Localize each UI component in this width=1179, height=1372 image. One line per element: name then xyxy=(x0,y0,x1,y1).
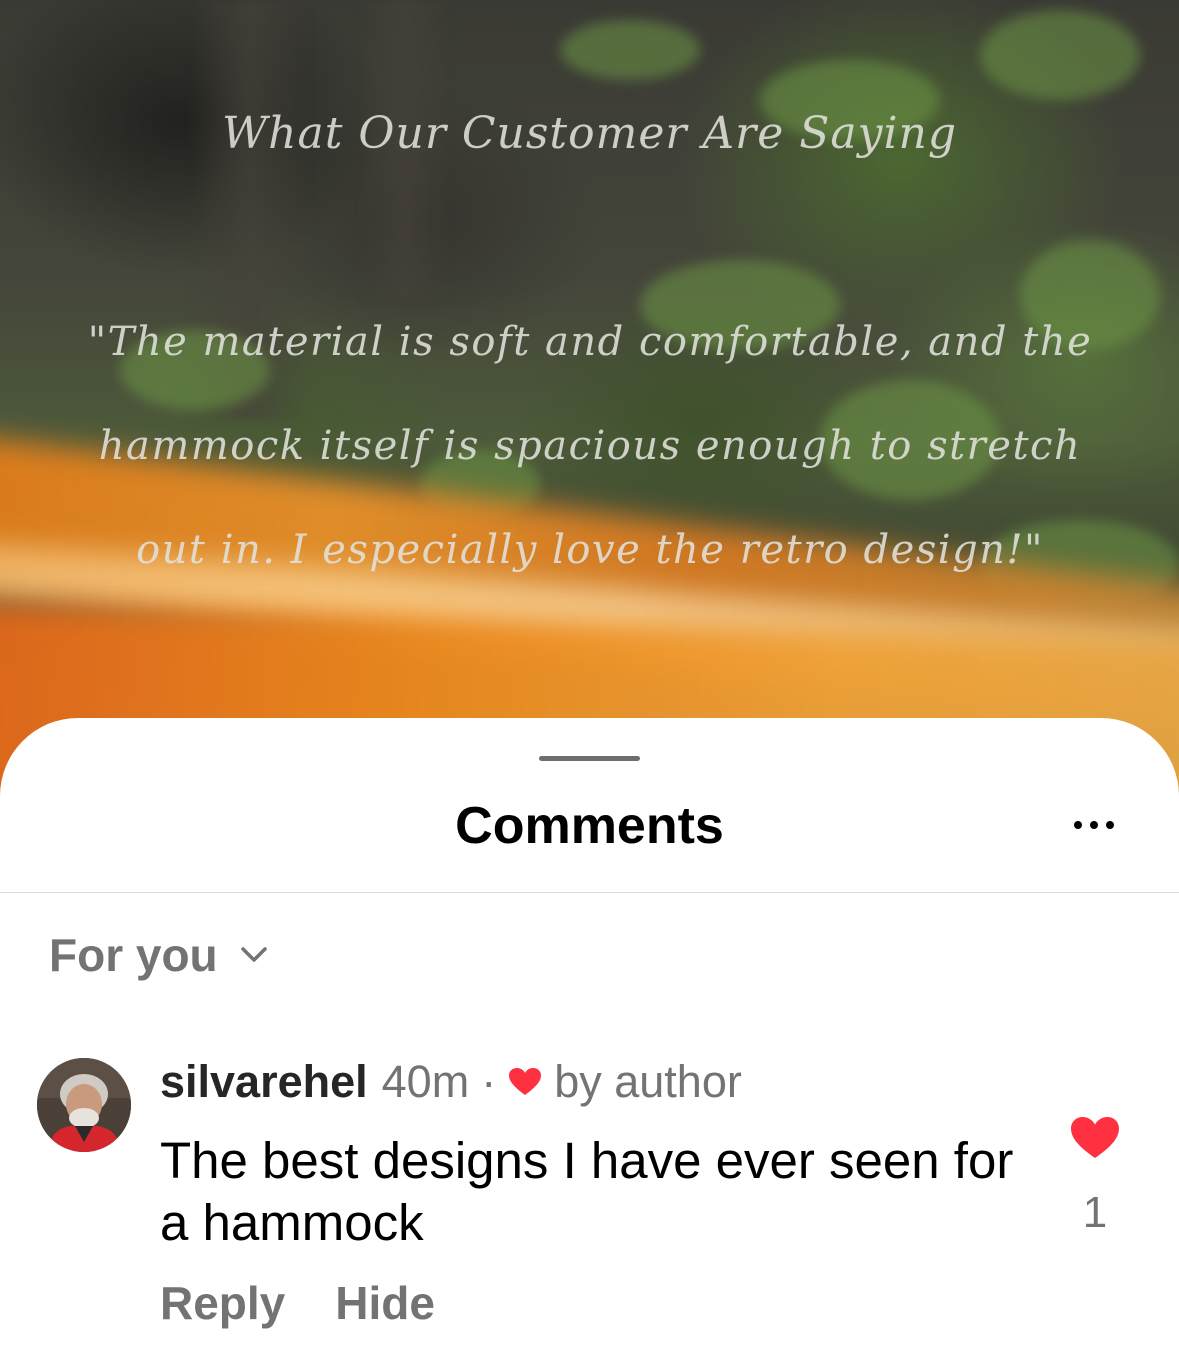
author-liked-badge: by author xyxy=(554,1056,742,1107)
comments-sheet: Comments For you silvarehel 40m · by aut… xyxy=(0,718,1179,1372)
comment-meta: silvarehel 40m · by author xyxy=(160,1056,742,1108)
quote-line: "The material is soft and comfortable, a… xyxy=(87,319,1093,365)
comment-text: The best designs I have ever seen for a … xyxy=(160,1132,1014,1251)
video-caption-title: What Our Customer Are Saying xyxy=(221,108,958,159)
sheet-drag-handle[interactable] xyxy=(539,756,640,761)
meta-separator: · xyxy=(481,1056,497,1107)
like-count: 1 xyxy=(1082,1188,1108,1237)
sheet-title: Comments xyxy=(455,797,724,855)
leaf-decoration xyxy=(980,10,1140,100)
header-divider xyxy=(0,892,1179,893)
quote-line: hammock itself is spacious enough to str… xyxy=(98,423,1082,469)
filter-label: For you xyxy=(49,929,218,981)
more-options-button[interactable] xyxy=(1064,808,1124,842)
leaf-decoration xyxy=(560,20,700,80)
heart-icon xyxy=(509,1068,542,1095)
comment-timestamp: 40m xyxy=(381,1056,470,1107)
comment-item: silvarehel 40m · by author The best desi… xyxy=(0,1056,1179,1356)
avatar-image xyxy=(37,1058,131,1152)
comment-username[interactable]: silvarehel xyxy=(160,1056,368,1108)
video-background[interactable]: What Our Customer Are Saying "The materi… xyxy=(0,0,1179,800)
video-caption-quote: "The material is soft and comfortable, a… xyxy=(50,290,1130,602)
quote-line: out in. I especially love the retro desi… xyxy=(136,527,1044,573)
hide-button[interactable]: Hide xyxy=(335,1276,435,1330)
like-heart-icon[interactable] xyxy=(1070,1116,1120,1160)
chevron-down-icon xyxy=(240,947,267,962)
avatar[interactable] xyxy=(37,1058,131,1152)
reply-button[interactable]: Reply xyxy=(160,1276,285,1330)
comment-actions: Reply Hide xyxy=(160,1276,435,1330)
more-horizontal-icon xyxy=(1074,821,1114,829)
comment-sort-filter[interactable]: For you xyxy=(49,928,268,982)
